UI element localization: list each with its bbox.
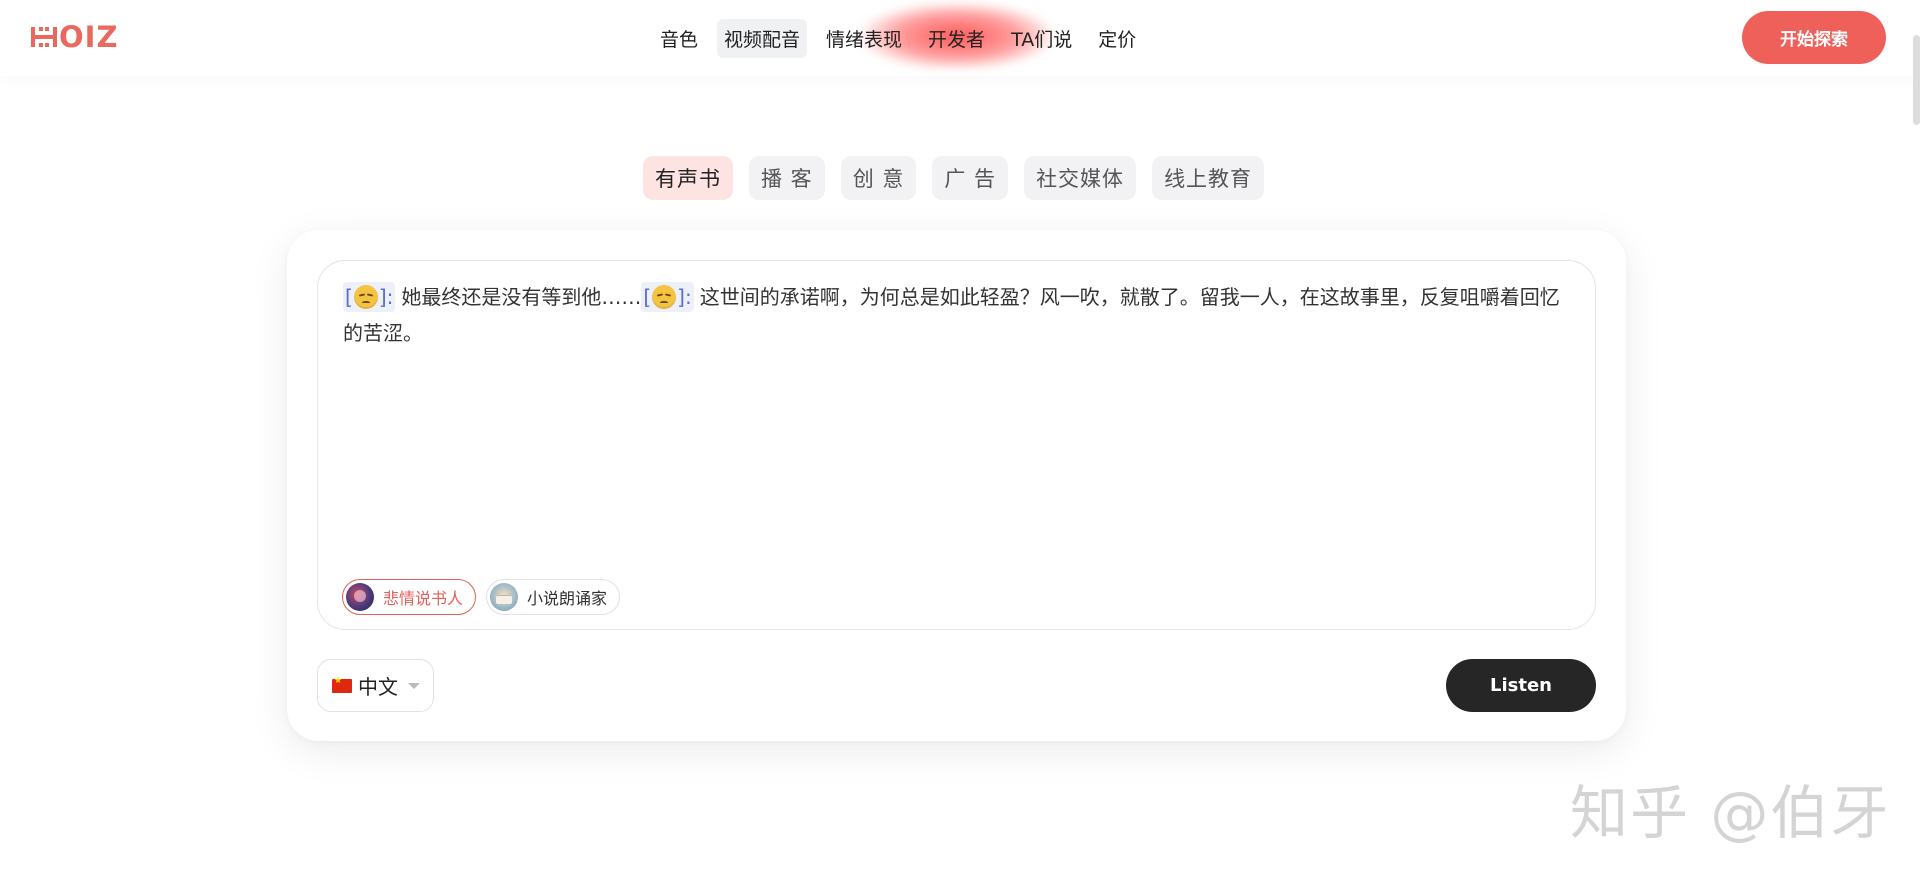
nav-item-testimonials[interactable]: TA们说: [1004, 19, 1079, 58]
nav-item-pricing[interactable]: 定价: [1091, 19, 1143, 58]
nav-item-video-dubbing[interactable]: 视频配音: [717, 18, 808, 58]
tab-audiobook[interactable]: 有声书: [643, 156, 733, 200]
listen-button[interactable]: Listen: [1446, 659, 1596, 712]
emotion-tag[interactable]: []:: [641, 282, 694, 312]
nav-item-emotion[interactable]: 情绪表现: [819, 19, 909, 58]
voice-chip-novel-reader[interactable]: 小说朗诵家: [486, 579, 621, 615]
logo-text: OIZ: [59, 20, 119, 54]
page-scrollbar[interactable]: [1913, 35, 1920, 125]
top-header: OIZ 音色 视频配音 情绪表现 开发者 TA们说 定价 开始探索: [0, 0, 1920, 76]
tab-creative[interactable]: 创 意: [840, 156, 917, 200]
main-nav: 音色 视频配音 情绪表现 开发者 TA们说 定价: [653, 18, 1155, 58]
voice-chips: 悲情说书人 小说朗诵家: [342, 579, 630, 615]
reader-avatar: [490, 583, 519, 611]
text-segment-1: 她最终还是没有等到他……: [401, 285, 642, 309]
language-select[interactable]: 中文: [317, 659, 434, 712]
demo-card: []: 她最终还是没有等到他……[]: 这世间的承诺啊，为何总是如此轻盈？风一吹，就…: [287, 230, 1626, 741]
logo-icon: [31, 25, 57, 49]
watermark: 知乎 @伯牙: [1570, 779, 1891, 847]
editor-content[interactable]: []: 她最终还是没有等到他……[]: 这世间的承诺啊，为何总是如此轻盈？风一吹，就…: [343, 279, 1573, 351]
tab-advertising[interactable]: 广 告: [932, 156, 1009, 200]
voice-chip-label: 小说朗诵家: [527, 589, 608, 608]
storyteller-avatar: [346, 583, 374, 611]
start-exploring-button[interactable]: 开始探索: [1742, 11, 1886, 64]
nav-item-voices[interactable]: 音色: [653, 19, 705, 58]
voice-chip-sad-storyteller[interactable]: 悲情说书人: [342, 579, 477, 615]
chevron-down-icon: [408, 682, 420, 689]
tab-social-media[interactable]: 社交媒体: [1024, 156, 1137, 200]
text-editor[interactable]: []: 她最终还是没有等到他……[]: 这世间的承诺啊，为何总是如此轻盈？风一吹，就…: [317, 260, 1596, 630]
sad-face-icon: [353, 285, 378, 309]
nav-item-developers[interactable]: 开发者: [921, 19, 992, 58]
language-value: 中文: [358, 675, 398, 699]
tab-podcast[interactable]: 播 客: [749, 156, 825, 200]
sad-face-icon: [652, 285, 677, 309]
category-tabs: 有声书 播 客 创 意 广 告 社交媒体 线上教育: [643, 156, 1280, 200]
tab-online-education[interactable]: 线上教育: [1152, 156, 1265, 200]
emotion-tag[interactable]: []:: [343, 282, 396, 312]
china-flag-icon: [332, 676, 352, 693]
logo[interactable]: OIZ: [31, 22, 118, 52]
voice-chip-label: 悲情说书人: [383, 589, 464, 608]
